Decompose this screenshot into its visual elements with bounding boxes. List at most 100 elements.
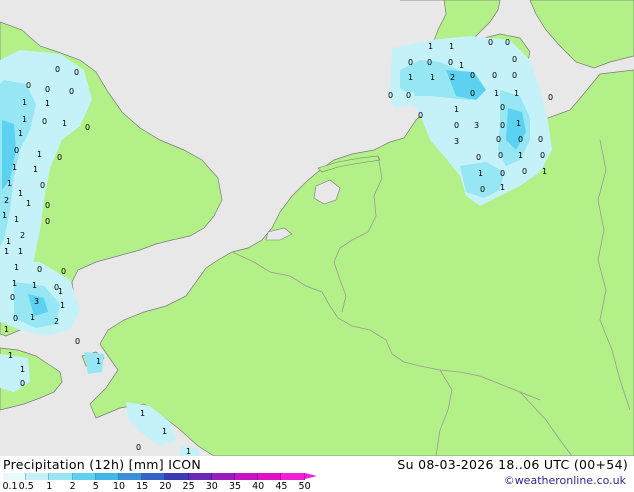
precip-value: 3 bbox=[34, 297, 39, 306]
precip-value: 0 bbox=[512, 55, 517, 64]
precip-value: 0 bbox=[26, 81, 31, 90]
precip-value: 0 bbox=[500, 121, 505, 130]
precip-value: 0 bbox=[10, 293, 15, 302]
precip-value: 1 bbox=[500, 183, 505, 192]
precip-value: 1 bbox=[7, 179, 12, 188]
precip-value: 0 bbox=[74, 68, 79, 77]
precip-value: 1 bbox=[408, 73, 413, 82]
precip-value: 1 bbox=[32, 281, 37, 290]
precip-value: 1 bbox=[514, 89, 519, 98]
valid-time: Su 08-03-2026 18..06 UTC (00+54) bbox=[397, 457, 628, 472]
precip-value: 1 bbox=[30, 313, 35, 322]
precip-value: 1 bbox=[478, 169, 483, 178]
colorbar-tick-label: 2 bbox=[69, 481, 76, 492]
precip-value: 0 bbox=[406, 91, 411, 100]
colorbar-tick-label: 35 bbox=[228, 481, 242, 492]
precip-value: 3 bbox=[474, 121, 479, 130]
precip-value: 1 bbox=[18, 189, 23, 198]
colorbar-tick-label: 5 bbox=[92, 481, 99, 492]
precip-value: 1 bbox=[140, 409, 145, 418]
colorbar-tick-label: 50 bbox=[298, 481, 311, 492]
precip-value: 0 bbox=[540, 151, 545, 160]
copyright-link[interactable]: ©weatheronline.co.uk bbox=[504, 474, 626, 487]
precip-value: 0 bbox=[57, 153, 62, 162]
colorbar-tick-label: 25 bbox=[182, 481, 195, 492]
precip-value: 1 bbox=[4, 247, 9, 256]
precip-value: 1 bbox=[4, 325, 9, 334]
precip-value: 0 bbox=[498, 151, 503, 160]
precip-value: 1 bbox=[449, 42, 454, 51]
precip-value: 1 bbox=[62, 119, 67, 128]
precip-value: 0 bbox=[454, 121, 459, 130]
precip-value: 1 bbox=[22, 98, 27, 107]
colorbar-segment bbox=[188, 473, 212, 480]
precip-value: 0 bbox=[500, 169, 505, 178]
precip-value: 1 bbox=[22, 115, 27, 124]
precip-value: 0 bbox=[37, 265, 42, 274]
precip-value: 1 bbox=[12, 163, 17, 172]
colorbar-arrow bbox=[304, 473, 317, 479]
precip-value: 1 bbox=[8, 351, 13, 360]
colorbar bbox=[3, 473, 328, 480]
precip-value: 0 bbox=[548, 93, 553, 102]
precip-value: 1 bbox=[96, 357, 101, 366]
precip-value: 1 bbox=[60, 301, 65, 310]
precip-value: 0 bbox=[61, 267, 66, 276]
precip-value: 0 bbox=[476, 153, 481, 162]
precip-value: 1 bbox=[12, 279, 17, 288]
colorbar-segment bbox=[142, 473, 166, 480]
precip-value: 0 bbox=[55, 65, 60, 74]
colorbar-segment bbox=[49, 473, 73, 480]
precip-value: 1 bbox=[454, 105, 459, 114]
precip-value: 0 bbox=[45, 85, 50, 94]
precip-value: 2 bbox=[54, 317, 59, 326]
colorbar-tick-label: 10 bbox=[112, 481, 126, 492]
colorbar-segment bbox=[72, 473, 96, 480]
precip-value: 1 bbox=[430, 73, 435, 82]
colorbar-tick-label: 0.1 bbox=[2, 481, 18, 492]
precip-value: 1 bbox=[2, 211, 7, 220]
precip-value: 2 bbox=[20, 231, 25, 240]
precip-value: 1 bbox=[6, 237, 11, 246]
precip-value: 1 bbox=[18, 129, 23, 138]
precip-value: 0 bbox=[505, 38, 510, 47]
colorbar-tick-label: 0.5 bbox=[18, 481, 34, 492]
precip-value: 0 bbox=[470, 71, 475, 80]
precip-value: 0 bbox=[538, 135, 543, 144]
precip-value: 1 bbox=[33, 165, 38, 174]
precip-value: 1 bbox=[518, 151, 523, 160]
colorbar-segment bbox=[211, 473, 235, 480]
precip-value: 0 bbox=[488, 38, 493, 47]
precip-value: 1 bbox=[18, 247, 23, 256]
precip-value: 1 bbox=[542, 167, 547, 176]
colorbar-tick-label: 45 bbox=[275, 481, 288, 492]
precip-value: 0 bbox=[470, 89, 475, 98]
precip-value: 0 bbox=[13, 314, 18, 323]
precip-value: 0 bbox=[85, 123, 90, 132]
precip-value: 1 bbox=[428, 42, 433, 51]
colorbar-segment bbox=[95, 473, 119, 480]
colorbar-tick-label: 30 bbox=[205, 481, 218, 492]
precip-value: 0 bbox=[69, 87, 74, 96]
map-canvas: 0 0 0 0 0 1 1 1 1 0 1 0 0 1 1 0 1 1 0 1 … bbox=[0, 0, 634, 490]
colorbar-tick-label: 40 bbox=[252, 481, 265, 492]
precip-value: 1 bbox=[45, 99, 50, 108]
precip-value: 0 bbox=[418, 111, 423, 120]
precip-value: 1 bbox=[162, 427, 167, 436]
precip-value: 0 bbox=[500, 103, 505, 112]
precip-value: 0 bbox=[20, 379, 25, 388]
precipitation-map: 0 0 0 0 0 1 1 1 1 0 1 0 0 1 1 0 1 1 0 1 … bbox=[0, 0, 634, 490]
precip-value: 0 bbox=[54, 283, 59, 292]
precip-value: 2 bbox=[450, 73, 455, 82]
precip-value: 1 bbox=[516, 119, 521, 128]
precip-value: 1 bbox=[494, 89, 499, 98]
precip-value: 0 bbox=[75, 337, 80, 346]
colorbar-tick-label: 15 bbox=[136, 481, 149, 492]
precip-value: 1 bbox=[20, 365, 25, 374]
colorbar-segment bbox=[258, 473, 282, 480]
precip-value: 1 bbox=[14, 263, 19, 272]
precip-value: 0 bbox=[522, 167, 527, 176]
colorbar-segment bbox=[165, 473, 189, 480]
precip-value: 0 bbox=[14, 146, 19, 155]
colorbar-segment bbox=[281, 473, 305, 480]
